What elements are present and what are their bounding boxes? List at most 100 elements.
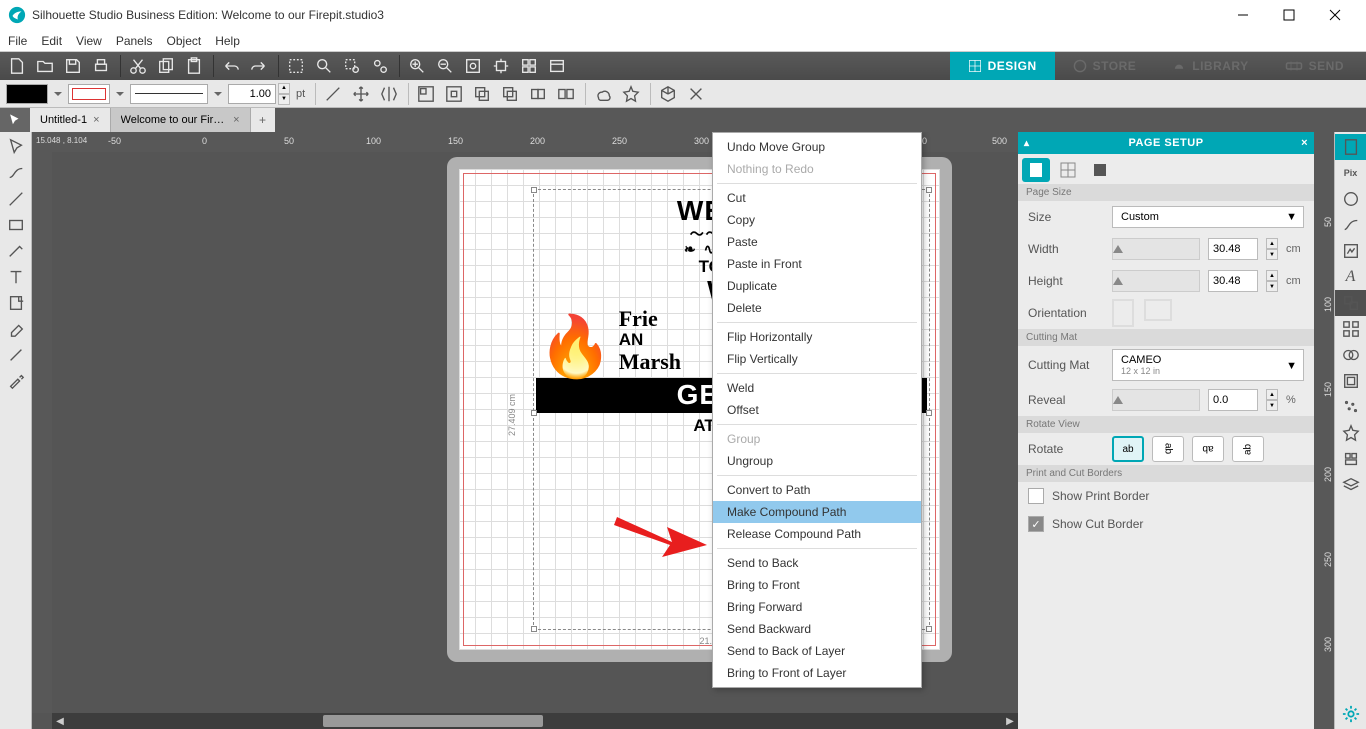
fill-panel-icon[interactable] — [1335, 186, 1366, 212]
canvas-area[interactable]: 15.048 , 8.104 -50 0 50 100 150 200 250 … — [32, 132, 1018, 729]
ctx-make-compound[interactable]: Make Compound Path — [713, 501, 921, 523]
maximize-button[interactable] — [1266, 0, 1312, 30]
select-dashed-icon[interactable] — [283, 53, 309, 79]
menu-view[interactable]: View — [76, 34, 102, 48]
ctx-ungroup[interactable]: Ungroup — [713, 450, 921, 472]
ctx-release-compound[interactable]: Release Compound Path — [713, 523, 921, 545]
move-icon[interactable] — [348, 81, 374, 107]
panel-close-icon[interactable]: × — [1301, 137, 1308, 149]
zoom-in-icon[interactable] — [404, 53, 430, 79]
ctx-cut[interactable]: Cut — [713, 187, 921, 209]
line-panel-icon[interactable] — [1335, 212, 1366, 238]
menu-object[interactable]: Object — [167, 34, 202, 48]
rotate-180[interactable]: ab — [1192, 436, 1224, 462]
cut-icon[interactable] — [125, 53, 151, 79]
panel-tab-reg[interactable] — [1086, 158, 1114, 182]
panel-tab-grid[interactable] — [1054, 158, 1082, 182]
new-icon[interactable] — [4, 53, 30, 79]
rotate-90[interactable]: ab — [1152, 436, 1184, 462]
zoom-icon[interactable] — [311, 53, 337, 79]
ctx-flip-h[interactable]: Flip Horizontally — [713, 326, 921, 348]
copy-icon[interactable] — [153, 53, 179, 79]
open-icon[interactable] — [32, 53, 58, 79]
edit-points-icon[interactable] — [0, 160, 31, 186]
favorite-icon[interactable] — [1335, 420, 1366, 446]
eraser-icon[interactable] — [0, 316, 31, 342]
tab-store[interactable]: STORE — [1055, 52, 1155, 80]
tab-close-icon[interactable]: × — [93, 114, 99, 126]
undo-icon[interactable] — [218, 53, 244, 79]
ctx-paste[interactable]: Paste — [713, 231, 921, 253]
horizontal-scrollbar[interactable]: ◀▶ — [52, 713, 1018, 729]
menu-panels[interactable]: Panels — [116, 34, 153, 48]
ctx-back-layer[interactable]: Send to Back of Layer — [713, 640, 921, 662]
tab-send[interactable]: SEND — [1267, 52, 1362, 80]
show-print-border-checkbox[interactable] — [1028, 488, 1044, 504]
save-icon[interactable] — [60, 53, 86, 79]
text-tool-icon[interactable] — [0, 264, 31, 290]
show-cut-border-checkbox[interactable]: ✓ — [1028, 516, 1044, 532]
rotate-270[interactable]: ab — [1232, 436, 1264, 462]
height-slider[interactable] — [1112, 270, 1200, 292]
line-width-input[interactable]: 1.00 — [228, 84, 276, 104]
ctx-duplicate[interactable]: Duplicate — [713, 275, 921, 297]
height-input[interactable] — [1208, 270, 1258, 292]
tab-untitled[interactable]: Untitled-1× — [30, 108, 111, 132]
fill-color[interactable] — [6, 84, 48, 104]
shape-cloud-icon[interactable] — [590, 81, 616, 107]
ctx-paste-front[interactable]: Paste in Front — [713, 253, 921, 275]
ctx-copy[interactable]: Copy — [713, 209, 921, 231]
align-tl-icon[interactable] — [413, 81, 439, 107]
layers-icon[interactable] — [1335, 472, 1366, 498]
reveal-slider[interactable] — [1112, 389, 1200, 411]
ctx-send-back[interactable]: Send to Back — [713, 552, 921, 574]
stack-front-icon[interactable] — [469, 81, 495, 107]
star-icon[interactable] — [618, 81, 644, 107]
select-cursor-icon[interactable] — [0, 108, 30, 132]
panel-tab-page[interactable] — [1022, 158, 1050, 182]
width-slider[interactable] — [1112, 238, 1200, 260]
app-window-icon[interactable] — [544, 53, 570, 79]
minimize-button[interactable] — [1220, 0, 1266, 30]
tab-firepit[interactable]: Welcome to our Fire...× — [111, 108, 251, 132]
rectangle-icon[interactable] — [0, 212, 31, 238]
rotate-0[interactable]: ab — [1112, 436, 1144, 462]
trace-icon[interactable] — [1335, 238, 1366, 264]
ctx-undo[interactable]: Undo Move Group — [713, 136, 921, 158]
flip-icon[interactable] — [376, 81, 402, 107]
ctx-bring-forward[interactable]: Bring Forward — [713, 596, 921, 618]
width-input[interactable] — [1208, 238, 1258, 260]
stipple-icon[interactable] — [1335, 394, 1366, 420]
tiling-icon[interactable] — [516, 53, 542, 79]
print-icon[interactable] — [88, 53, 114, 79]
arrange-icon[interactable] — [1335, 290, 1366, 316]
nesting-icon[interactable] — [1335, 446, 1366, 472]
new-tab-button[interactable]: + — [251, 108, 275, 132]
ctx-bring-front[interactable]: Bring to Front — [713, 574, 921, 596]
align-center-icon[interactable] — [441, 81, 467, 107]
redo-icon[interactable] — [246, 53, 272, 79]
zoom-select-icon[interactable] — [339, 53, 365, 79]
close-x-icon[interactable] — [683, 81, 709, 107]
ctx-delete[interactable]: Delete — [713, 297, 921, 319]
box-3d-icon[interactable] — [655, 81, 681, 107]
menu-edit[interactable]: Edit — [41, 34, 62, 48]
eyedropper-icon[interactable] — [0, 368, 31, 394]
ctx-front-layer[interactable]: Bring to Front of Layer — [713, 662, 921, 684]
ctx-weld[interactable]: Weld — [713, 377, 921, 399]
stroke-color[interactable] — [68, 84, 110, 104]
line-draw-icon[interactable] — [0, 186, 31, 212]
stack-back-icon[interactable] — [497, 81, 523, 107]
orient-portrait[interactable] — [1112, 299, 1134, 327]
reveal-input[interactable] — [1208, 389, 1258, 411]
collapse-icon[interactable]: ▴ — [1024, 138, 1030, 149]
zoom-out-icon[interactable] — [432, 53, 458, 79]
line-style[interactable] — [130, 84, 208, 104]
paste-icon[interactable] — [181, 53, 207, 79]
close-button[interactable] — [1312, 0, 1358, 30]
tab-close-icon[interactable]: × — [233, 114, 239, 126]
orient-landscape[interactable] — [1144, 299, 1172, 321]
ctx-offset[interactable]: Offset — [713, 399, 921, 421]
group-icon[interactable] — [525, 81, 551, 107]
mat-select[interactable]: CAMEO12 x 12 in ▼ — [1112, 349, 1304, 381]
